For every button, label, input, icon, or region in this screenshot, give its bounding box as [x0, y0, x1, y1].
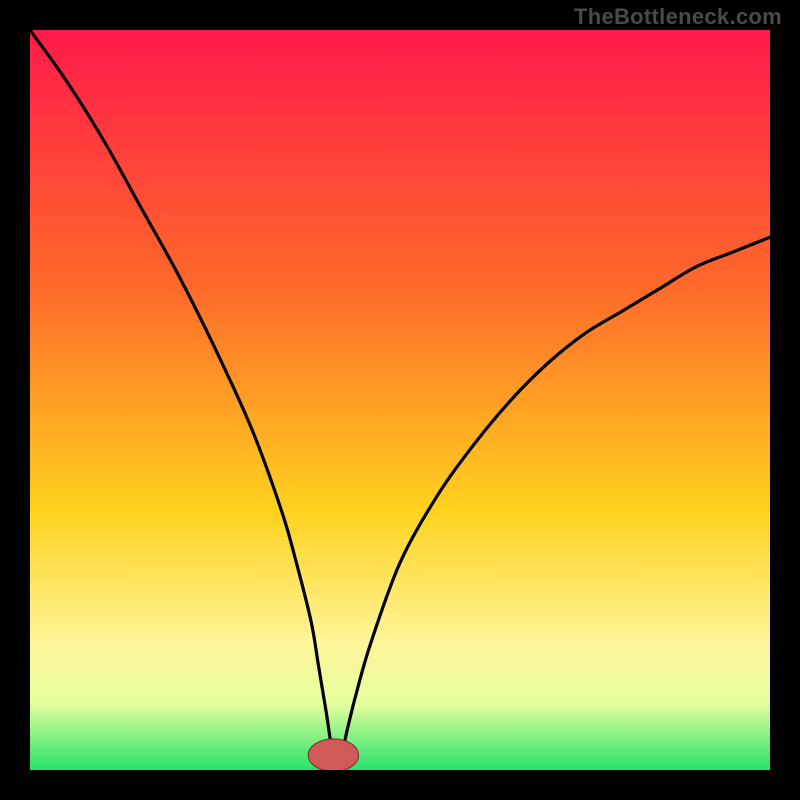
optimum-marker: [308, 739, 358, 770]
chart-frame: TheBottleneck.com: [0, 0, 800, 800]
gradient-background: [30, 30, 770, 770]
bottleneck-chart: [30, 30, 770, 770]
watermark-text: TheBottleneck.com: [574, 4, 782, 30]
plot-area: [30, 30, 770, 770]
